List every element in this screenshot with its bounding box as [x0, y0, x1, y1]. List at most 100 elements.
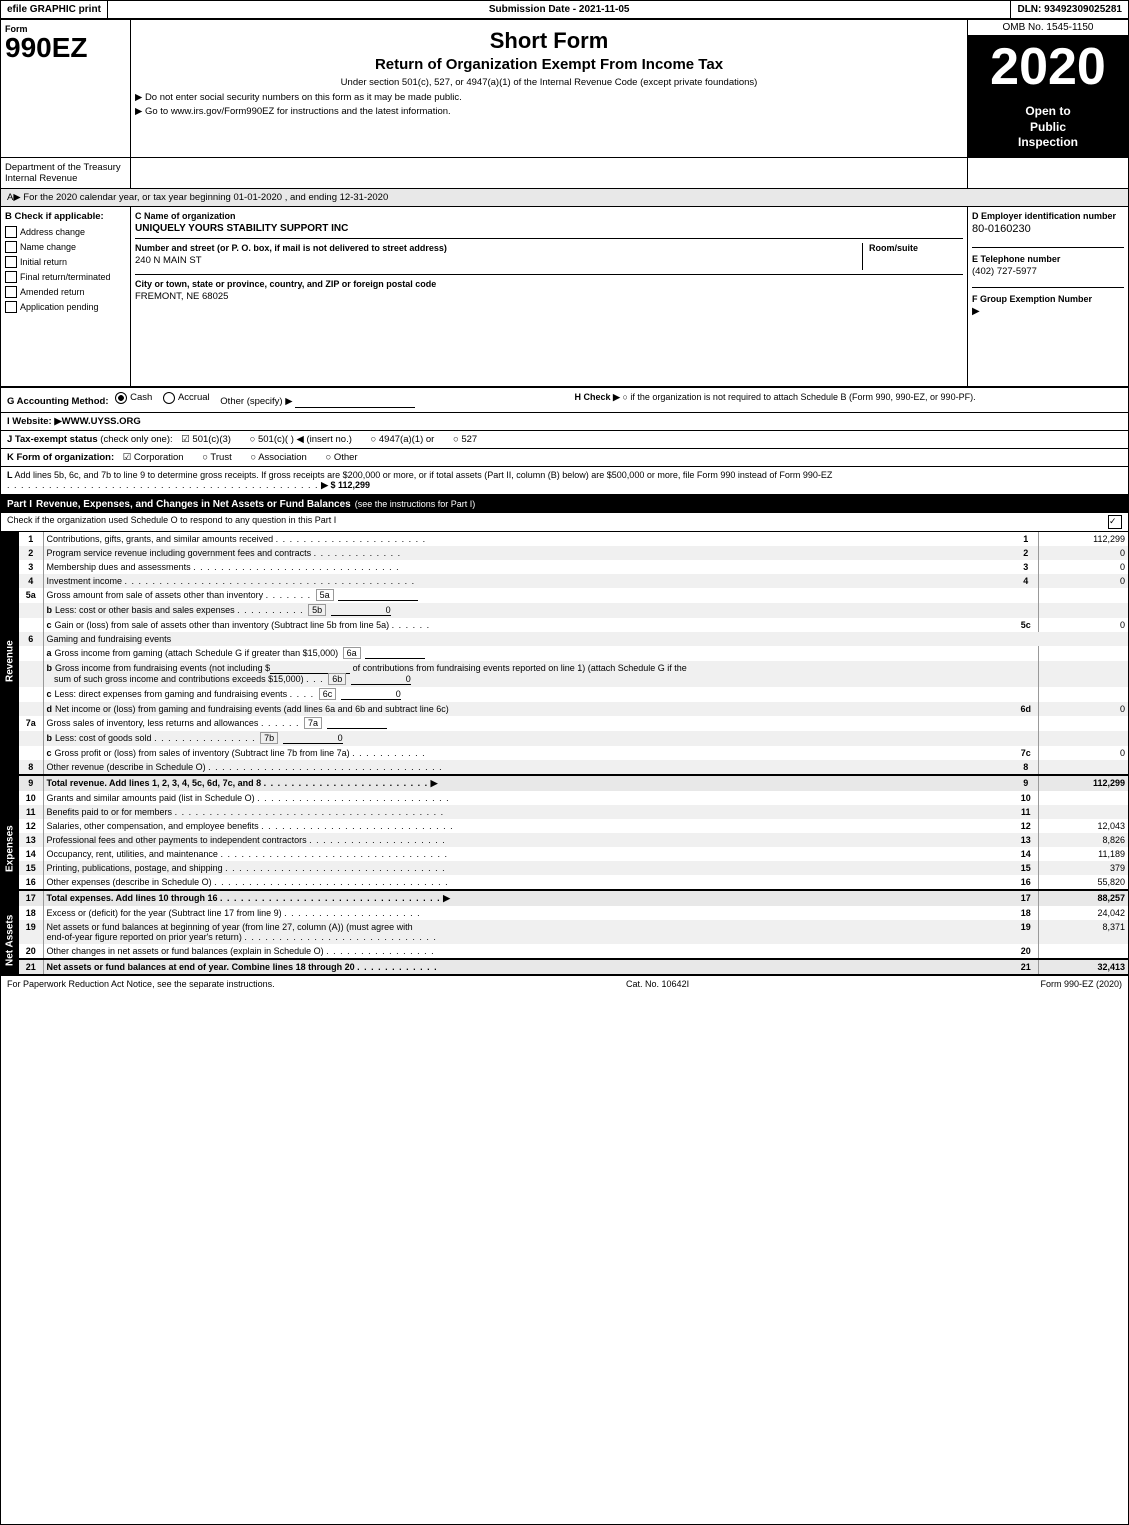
line-5a-amount [1038, 588, 1128, 603]
line-6b-num [19, 661, 43, 687]
table-row: 8 Other revenue (describe in Schedule O)… [19, 760, 1128, 775]
section-a-text: A▶ For the 2020 calendar year, or tax ye… [7, 192, 388, 203]
table-row: bGross income from fundraising events (n… [19, 661, 1128, 687]
checkbox-address-change-box[interactable] [5, 226, 17, 238]
line-6c-ref [1014, 687, 1038, 702]
line-20-num: 20 [19, 944, 43, 959]
accrual-radio[interactable]: Accrual [163, 392, 210, 404]
line-1-num: 1 [19, 532, 43, 546]
line-19-num: 19 [19, 920, 43, 944]
checkbox-initial-return[interactable]: Initial return [5, 256, 126, 268]
k-assoc-radio[interactable]: ○ Association [250, 452, 306, 463]
b-label: B Check if applicable: [5, 211, 126, 222]
k-trust-radio[interactable]: ○ Trust [202, 452, 232, 463]
page: efile GRAPHIC print Submission Date - 20… [0, 0, 1129, 1525]
line-4-desc: Investment income . . . . . . . . . . . … [43, 574, 1014, 588]
line-12-amount: 12,043 [1038, 819, 1128, 833]
dept-main [131, 158, 968, 188]
i-section: I Website: ▶WWW.UYSS.ORG [1, 413, 1128, 431]
footer: For Paperwork Reduction Act Notice, see … [1, 974, 1128, 992]
cash-radio-box[interactable] [115, 392, 127, 404]
cash-radio[interactable]: Cash [115, 392, 152, 404]
line-18-ref: 18 [1014, 906, 1038, 920]
line-19-amount: 8,371 [1038, 920, 1128, 944]
checkbox-initial-return-box[interactable] [5, 256, 17, 268]
line-5b-amount [1038, 603, 1128, 618]
h-section: H Check ▶ ○ if the organization is not r… [555, 392, 1123, 408]
part1-header: Part I Revenue, Expenses, and Changes in… [1, 496, 1128, 513]
line-2-ref: 2 [1014, 546, 1038, 560]
table-row: 14 Occupancy, rent, utilities, and maint… [19, 847, 1128, 861]
line-17-amount: 88,257 [1038, 890, 1128, 906]
line-5c-desc: cGain or (loss) from sale of assets othe… [43, 618, 1014, 632]
ein-value: 80-0160230 [972, 223, 1124, 235]
table-row: bLess: cost or other basis and sales exp… [19, 603, 1128, 618]
checkbox-application-pending-box[interactable] [5, 301, 17, 313]
table-row: 13 Professional fees and other payments … [19, 833, 1128, 847]
checkbox-amended-return[interactable]: Amended return [5, 286, 126, 298]
line-7b-ref [1014, 731, 1038, 746]
dept-section: Department of the Treasury Internal Reve… [1, 158, 1128, 189]
expenses-side-label: Expenses [1, 791, 19, 906]
table-row: 7a Gross sales of inventory, less return… [19, 716, 1128, 731]
line-13-desc: Professional fees and other payments to … [43, 833, 1014, 847]
notice2: ▶ Go to www.irs.gov/Form990EZ for instru… [135, 106, 963, 117]
line-5a-num: 5a [19, 588, 43, 603]
checkbox-application-pending[interactable]: Application pending [5, 301, 126, 313]
part1-check-box[interactable]: ✓ [1108, 515, 1122, 529]
checkbox-amended-return-label: Amended return [20, 287, 85, 297]
net-assets-side-label: Net Assets [1, 906, 19, 974]
line-20-amount [1038, 944, 1128, 959]
checkbox-final-return-box[interactable] [5, 271, 17, 283]
checkbox-address-change[interactable]: Address change [5, 226, 126, 238]
checkbox-name-change[interactable]: Name change [5, 241, 126, 253]
line-15-num: 15 [19, 861, 43, 875]
f-arrow: ▶ [972, 306, 1124, 317]
l-section: L Add lines 5b, 6c, and 7b to line 9 to … [1, 467, 1128, 496]
line-5c-amount: 0 [1038, 618, 1128, 632]
checkbox-amended-return-box[interactable] [5, 286, 17, 298]
other-field[interactable] [295, 396, 415, 408]
table-row: 17 Total expenses. Add lines 10 through … [19, 890, 1128, 906]
checkbox-initial-return-label: Initial return [20, 257, 67, 267]
j-527-radio[interactable]: ○ 527 [453, 434, 477, 445]
line-6b-ref [1014, 661, 1038, 687]
line-13-ref: 13 [1014, 833, 1038, 847]
j-501c3-radio[interactable]: ☑ 501(c)(3) [181, 434, 231, 445]
form-number: 990EZ [5, 34, 126, 62]
net-assets-table: 18 Excess or (deficit) for the year (Sub… [19, 906, 1128, 974]
form-title-section: Short Form Return of Organization Exempt… [131, 20, 968, 157]
line-7a-num: 7a [19, 716, 43, 731]
table-row: 11 Benefits paid to or for members . . .… [19, 805, 1128, 819]
j-501c-radio[interactable]: ○ 501(c)( ) ◀ (insert no.) [250, 434, 352, 445]
line-3-num: 3 [19, 560, 43, 574]
k-corp-radio[interactable]: ☑ Corporation [123, 452, 184, 463]
revenue-side-label: Revenue [1, 532, 19, 791]
checkbox-final-return[interactable]: Final return/terminated [5, 271, 126, 283]
line-3-amount: 0 [1038, 560, 1128, 574]
line-2-desc: Program service revenue including govern… [43, 546, 1014, 560]
accrual-radio-box[interactable] [163, 392, 175, 404]
under-section: Under section 501(c), 527, or 4947(a)(1)… [135, 77, 963, 88]
checkbox-name-change-box[interactable] [5, 241, 17, 253]
line-16-num: 16 [19, 875, 43, 890]
j-label: J Tax-exempt status (check only one): [7, 434, 173, 445]
open-badge: Open toPublicInspection [968, 98, 1128, 157]
org-name: UNIQUELY YOURS STABILITY SUPPORT INC [135, 223, 963, 234]
table-row: 3 Membership dues and assessments . . . … [19, 560, 1128, 574]
line-9-amount: 112,299 [1038, 775, 1128, 791]
line-12-ref: 12 [1014, 819, 1038, 833]
line-21-num: 21 [19, 959, 43, 974]
top-section: Form 990EZ Short Form Return of Organiza… [1, 20, 1128, 158]
table-row: 21 Net assets or fund balances at end of… [19, 959, 1128, 974]
table-row: cGain or (loss) from sale of assets othe… [19, 618, 1128, 632]
line-7a-ref [1014, 716, 1038, 731]
short-form-title: Short Form [135, 28, 963, 54]
table-row: 9 Total revenue. Add lines 1, 2, 3, 4, 5… [19, 775, 1128, 791]
j-4947-radio[interactable]: ○ 4947(a)(1) or [371, 434, 435, 445]
line-6c-desc: cLess: direct expenses from gaming and f… [43, 687, 1014, 702]
line-14-ref: 14 [1014, 847, 1038, 861]
k-other-radio[interactable]: ○ Other [325, 452, 357, 463]
line-14-amount: 11,189 [1038, 847, 1128, 861]
line-11-ref: 11 [1014, 805, 1038, 819]
